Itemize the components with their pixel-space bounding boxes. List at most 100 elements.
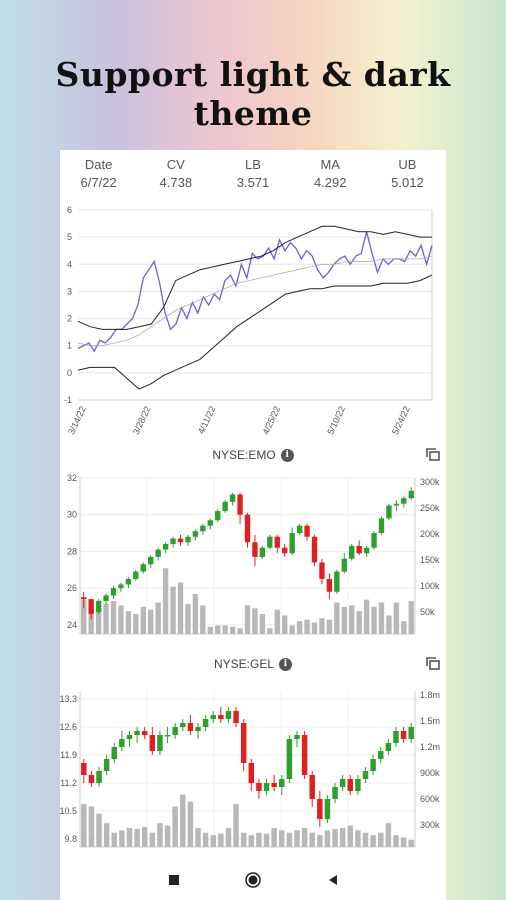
candle-body bbox=[126, 735, 133, 739]
candle-body bbox=[95, 600, 102, 612]
candle-body bbox=[408, 727, 414, 739]
volume-bar bbox=[233, 804, 239, 847]
candle-body bbox=[334, 571, 340, 592]
volume-bar bbox=[294, 830, 300, 847]
emo-candlestick-chart[interactable]: 32 30 28 26 24 300k 250k 200k 150k 100k 50k bbox=[60, 472, 446, 642]
y-tick-label: 10.5 bbox=[60, 806, 77, 816]
candle-body bbox=[385, 743, 392, 751]
y2-tick-label: 300k bbox=[420, 477, 440, 487]
stat-cv: CV 4.738 bbox=[137, 156, 214, 196]
volume-bar bbox=[326, 619, 333, 634]
volume-bar bbox=[355, 830, 361, 847]
volume-bar bbox=[237, 628, 243, 634]
volume-bar bbox=[408, 839, 414, 847]
candle-body bbox=[248, 763, 255, 783]
candle-body bbox=[356, 545, 362, 554]
volume-bar bbox=[377, 832, 384, 847]
y-tick-label: 5 bbox=[67, 232, 72, 242]
volume-bar bbox=[371, 606, 377, 634]
candle-body bbox=[301, 735, 308, 775]
volume-bar bbox=[125, 611, 132, 634]
y-tick-label: 30 bbox=[67, 510, 77, 520]
candle-body bbox=[286, 739, 293, 779]
volume-bar bbox=[289, 625, 295, 634]
candle-body bbox=[125, 578, 132, 585]
candle-body bbox=[81, 597, 87, 600]
candle-body bbox=[296, 525, 303, 534]
volume-bar bbox=[286, 832, 293, 847]
volume-bar bbox=[155, 602, 161, 634]
candle-body bbox=[244, 514, 251, 543]
stat-label: LB bbox=[245, 157, 261, 172]
volume-bar bbox=[103, 603, 109, 634]
candle-body bbox=[371, 533, 377, 548]
info-icon[interactable]: i bbox=[279, 658, 293, 672]
volume-bar bbox=[385, 823, 392, 847]
stat-value: 6/7/22 bbox=[80, 175, 117, 190]
candle-body bbox=[332, 787, 338, 799]
volume-bar bbox=[157, 823, 163, 847]
candle-body bbox=[294, 735, 300, 739]
volume-bar bbox=[88, 806, 95, 847]
bollinger-band-chart[interactable]: 6 5 4 3 2 1 0 -13/14/22 3/28/22 4/11/22 4/25/22 5/1… bbox=[60, 200, 446, 450]
candle-body bbox=[118, 584, 124, 589]
candle-body bbox=[393, 503, 400, 506]
y2-tick-label: 200k bbox=[420, 529, 440, 539]
volume-bar bbox=[319, 618, 325, 634]
volume-bar bbox=[401, 621, 407, 634]
y-tick-label: 1 bbox=[67, 341, 72, 351]
candle-body bbox=[355, 779, 361, 791]
volume-bar bbox=[311, 622, 318, 634]
stat-value: 4.292 bbox=[313, 175, 347, 190]
volume-bar bbox=[296, 621, 303, 634]
gel-candlestick-chart[interactable]: 13.3 12.6 11.9 11.2 10.5 9.8 1.8m 1.5m 1.2m 900k 6… bbox=[60, 685, 446, 855]
volume-bar bbox=[133, 613, 139, 634]
candle-body bbox=[148, 556, 154, 565]
candle-body bbox=[202, 719, 209, 727]
y2-tick-label: 100k bbox=[420, 581, 440, 591]
candle-body bbox=[134, 731, 140, 735]
headline: Support light & dark theme bbox=[55, 55, 451, 133]
candle-body bbox=[140, 564, 146, 572]
volume-bar bbox=[170, 586, 176, 634]
candle-body bbox=[215, 511, 221, 521]
gel-title: NYSE:GEL bbox=[213, 657, 275, 671]
candle-body bbox=[207, 520, 213, 526]
volume-bar bbox=[192, 593, 199, 634]
volume-bar bbox=[118, 605, 124, 634]
candle-body bbox=[237, 494, 243, 515]
candle-body bbox=[96, 771, 102, 783]
y-tick-label: 32 bbox=[67, 473, 77, 483]
volume-bar bbox=[263, 833, 270, 847]
back-icon[interactable] bbox=[325, 872, 341, 888]
home-icon[interactable] bbox=[245, 872, 261, 888]
info-icon[interactable]: i bbox=[280, 449, 294, 463]
candle-body bbox=[267, 536, 273, 548]
stat-value: 4.738 bbox=[159, 175, 193, 190]
volume-bar bbox=[210, 835, 216, 847]
stat-date: Date 6/7/22 bbox=[60, 156, 137, 196]
candle-body bbox=[157, 735, 163, 751]
copy-icon[interactable] bbox=[426, 657, 440, 671]
volume-bar bbox=[324, 830, 331, 847]
candle-body bbox=[341, 558, 347, 572]
candle-body bbox=[400, 731, 407, 739]
copy-icon[interactable] bbox=[426, 448, 440, 462]
volume-bar bbox=[218, 833, 224, 847]
navigation-bar bbox=[60, 860, 446, 900]
candle-body bbox=[119, 739, 125, 747]
emo-title-row: NYSE:EMO i bbox=[60, 448, 446, 463]
candle-body bbox=[279, 779, 285, 787]
y-tick-label: 3 bbox=[67, 286, 72, 296]
stop-icon[interactable] bbox=[166, 872, 182, 888]
y-tick-label: 12.6 bbox=[60, 722, 77, 732]
candle-body bbox=[349, 545, 355, 559]
volume-bar bbox=[187, 801, 194, 847]
candle-body bbox=[210, 715, 216, 719]
volume-bar bbox=[126, 827, 133, 847]
candle-body bbox=[282, 547, 288, 554]
candle-body bbox=[88, 775, 95, 783]
candle-body bbox=[185, 536, 191, 543]
candle-body bbox=[88, 599, 94, 614]
volume-bar bbox=[244, 605, 251, 634]
